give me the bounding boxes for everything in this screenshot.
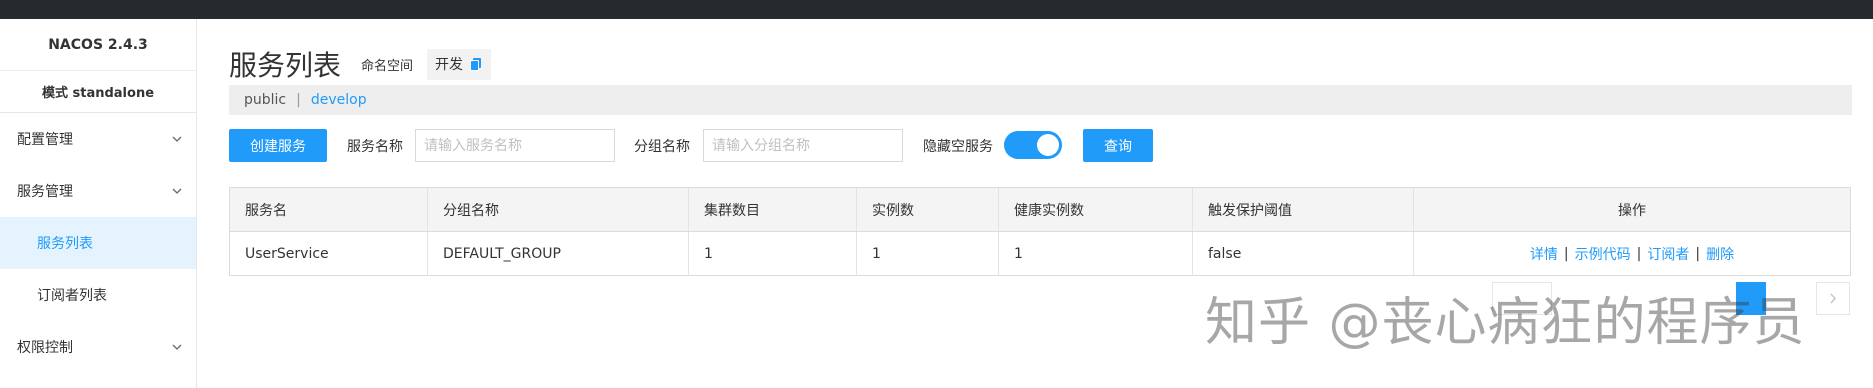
chevron-down-icon: [172, 344, 182, 350]
title-row: 服务列表 命名空间 开发: [229, 44, 492, 84]
instance-count-cell: 1: [857, 232, 999, 275]
table-header: 服务名 分组名称 集群数目 实例数 健康实例数 触发保护阈值 操作: [230, 188, 1850, 232]
brand-title: NACOS 2.4.3: [0, 19, 196, 71]
namespace-separator: |: [296, 92, 301, 108]
mode-label: 模式 standalone: [0, 71, 196, 113]
group-name-input[interactable]: [703, 129, 903, 162]
cluster-count-cell: 1: [689, 232, 857, 275]
chevron-down-icon: [172, 136, 182, 142]
service-name-label: 服务名称: [347, 138, 403, 155]
hide-empty-label: 隐藏空服务: [923, 138, 993, 155]
sidebar: NACOS 2.4.3 模式 standalone 配置管理 服务管理 服务列表…: [0, 19, 197, 388]
column-header: 实例数: [857, 188, 999, 231]
group-name-cell: DEFAULT_GROUP: [428, 232, 689, 275]
sidebar-item-config-management[interactable]: 配置管理: [0, 113, 196, 165]
action-separator: |: [1636, 245, 1642, 262]
table-row: UserService DEFAULT_GROUP 1 1 1 false 详情…: [230, 232, 1850, 275]
subscriber-link[interactable]: 订阅者: [1647, 244, 1689, 264]
group-name-label: 分组名称: [634, 138, 690, 155]
create-service-button[interactable]: 创建服务: [229, 129, 327, 162]
column-header: 操作: [1618, 202, 1646, 219]
watermark: 知乎 @丧心病狂的程序员: [1205, 293, 1806, 353]
top-bar: [0, 0, 1873, 19]
service-table: 服务名 分组名称 集群数目 实例数 健康实例数 触发保护阈值 操作 UserSe…: [229, 187, 1851, 276]
action-separator: |: [1563, 245, 1569, 262]
detail-link[interactable]: 详情: [1530, 244, 1558, 264]
namespace-public-link[interactable]: public: [244, 92, 286, 108]
sidebar-item-service-management[interactable]: 服务管理: [0, 165, 196, 217]
service-name-cell: UserService: [230, 232, 428, 275]
chevron-right-icon: [1830, 293, 1836, 304]
namespace-develop-link[interactable]: develop: [311, 92, 367, 108]
sidebar-item-subscriber-list[interactable]: 订阅者列表: [0, 269, 196, 321]
sidebar-item-label: 服务列表: [37, 236, 93, 252]
sidebar-item-label: 配置管理: [17, 132, 73, 148]
next-page-button[interactable]: [1816, 282, 1850, 315]
service-name-input[interactable]: [415, 129, 615, 162]
toggle-knob: [1037, 134, 1059, 156]
column-header: 触发保护阈值: [1193, 188, 1414, 231]
namespace-badge[interactable]: 开发: [427, 48, 492, 80]
action-separator: |: [1695, 245, 1701, 262]
protect-threshold-cell: false: [1193, 232, 1414, 275]
column-header: 集群数目: [689, 188, 857, 231]
hide-empty-toggle[interactable]: [1004, 131, 1062, 159]
actions-cell: 详情 | 示例代码 | 订阅者 | 删除: [1414, 232, 1850, 275]
chevron-down-icon: [172, 188, 182, 194]
delete-link[interactable]: 删除: [1706, 244, 1734, 264]
sidebar-item-label: 权限控制: [17, 340, 73, 356]
sample-code-link[interactable]: 示例代码: [1575, 244, 1631, 264]
sidebar-item-label: 订阅者列表: [37, 288, 107, 304]
filter-bar: 创建服务 服务名称 分组名称 隐藏空服务 查询: [229, 129, 1852, 162]
column-header: 服务名: [230, 188, 428, 231]
namespace-label: 命名空间: [361, 58, 414, 74]
copy-icon[interactable]: [469, 57, 483, 71]
namespace-value: 开发: [435, 57, 464, 73]
sidebar-item-label: 服务管理: [17, 184, 73, 200]
sidebar-item-service-list[interactable]: 服务列表: [0, 217, 196, 269]
column-header: 健康实例数: [999, 188, 1193, 231]
sidebar-item-access-control[interactable]: 权限控制: [0, 321, 196, 373]
query-button[interactable]: 查询: [1083, 129, 1153, 162]
namespace-bar: public | develop: [229, 85, 1852, 115]
healthy-instance-cell: 1: [999, 232, 1193, 275]
column-header: 分组名称: [428, 188, 689, 231]
page-title: 服务列表: [229, 49, 342, 82]
